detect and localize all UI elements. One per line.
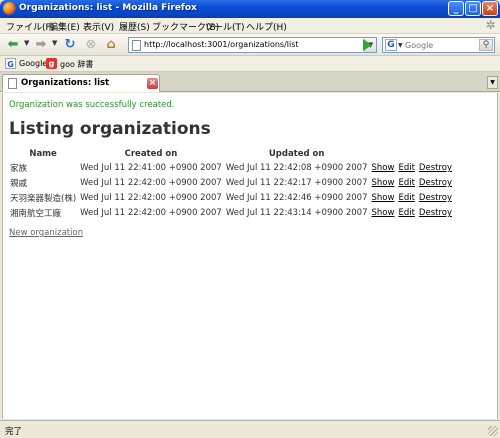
show-link[interactable]: Show: [372, 163, 395, 173]
throbber-icon: ✲: [485, 18, 496, 32]
status-text: 完了: [5, 427, 23, 437]
menu-bar: ファイル(F) 編集(E) 表示(V) 履歴(S) ブックマーク(B) ツール(…: [0, 18, 500, 34]
back-history-dropdown[interactable]: ▼: [24, 39, 29, 47]
destroy-link[interactable]: Destroy: [419, 193, 452, 203]
organizations-table: Name Created on Updated on 家族 Wed Jul 11…: [7, 147, 455, 221]
tab-list-dropdown[interactable]: ▼: [487, 76, 498, 89]
url-text[interactable]: http://localhost:3001/organizations/list: [144, 40, 299, 49]
search-input[interactable]: [405, 39, 479, 51]
edit-link[interactable]: Edit: [398, 208, 414, 218]
table-header-row: Name Created on Updated on: [9, 148, 453, 160]
tab-organizations-list[interactable]: Organizations: list ×: [2, 74, 160, 92]
menu-tools[interactable]: ツール(T): [205, 20, 245, 33]
stop-icon[interactable]: ⊗: [83, 37, 99, 53]
show-link[interactable]: Show: [372, 208, 395, 218]
bookmarks-toolbar: G Google g goo 辞書: [0, 56, 500, 72]
cell-created-on: Wed Jul 11 22:42:00 +0900 2007: [80, 208, 222, 218]
cell-updated-on: Wed Jul 11 22:42:17 +0900 2007: [225, 178, 368, 188]
back-arrow-icon[interactable]: ⬅: [4, 37, 22, 53]
reload-icon[interactable]: ↻: [62, 37, 78, 53]
edit-link[interactable]: Edit: [398, 163, 414, 173]
title-bar: Organizations: list - Mozilla Firefox _ …: [0, 0, 500, 18]
cell-created-on: Wed Jul 11 22:41:00 +0900 2007: [80, 163, 222, 173]
navigation-toolbar: ⬅ ▼ ➡ ▼ ↻ ⊗ ⌂ http://localhost:3001/orga…: [0, 34, 500, 56]
forward-arrow-icon[interactable]: ➡: [32, 37, 50, 53]
cell-updated-on: Wed Jul 11 22:43:14 +0900 2007: [225, 208, 368, 218]
show-link[interactable]: Show: [372, 193, 395, 203]
menu-history[interactable]: 履歴(S): [119, 20, 150, 33]
column-header-updated-on: Updated on: [268, 149, 325, 159]
search-engine-icon[interactable]: G: [385, 39, 397, 51]
destroy-link[interactable]: Destroy: [419, 178, 452, 188]
forward-history-dropdown[interactable]: ▼: [52, 39, 57, 47]
tab-label: Organizations: list: [21, 78, 110, 88]
menu-view[interactable]: 表示(V): [83, 20, 114, 33]
edit-link[interactable]: Edit: [398, 193, 414, 203]
search-engine-dropdown[interactable]: ▼: [398, 42, 403, 49]
cell-name: 家族: [10, 164, 28, 174]
goo-icon: g: [46, 58, 57, 69]
search-box[interactable]: G ▼ ⚲: [382, 37, 495, 53]
close-window-button[interactable]: ×: [482, 1, 498, 16]
url-bar[interactable]: http://localhost:3001/organizations/list…: [128, 37, 377, 53]
flash-notice: Organization was successfully created.: [9, 100, 175, 110]
cell-updated-on: Wed Jul 11 22:42:08 +0900 2007: [225, 163, 368, 173]
google-icon: G: [5, 58, 16, 69]
resize-grip-icon[interactable]: [488, 426, 498, 436]
cell-name: 天羽楽器製造(株): [10, 194, 77, 204]
new-organization-link[interactable]: New organization: [9, 228, 83, 238]
cell-created-on: Wed Jul 11 22:42:00 +0900 2007: [80, 193, 222, 203]
destroy-link[interactable]: Destroy: [419, 208, 452, 218]
table-row: 天羽楽器製造(株) Wed Jul 11 22:42:00 +0900 2007…: [9, 191, 453, 205]
bookmark-goo-dictionary[interactable]: goo 辞書: [60, 59, 93, 70]
page-icon: [8, 78, 17, 89]
home-icon[interactable]: ⌂: [103, 37, 119, 53]
maximize-button[interactable]: □: [465, 1, 481, 16]
menu-edit[interactable]: 編集(E): [49, 20, 80, 33]
cell-created-on: Wed Jul 11 22:42:00 +0900 2007: [80, 178, 222, 188]
page-icon: [132, 40, 141, 51]
bookmark-google[interactable]: Google: [19, 59, 47, 68]
minimize-button[interactable]: _: [448, 1, 464, 16]
edit-link[interactable]: Edit: [398, 178, 414, 188]
firefox-icon: [3, 2, 16, 15]
column-header-name: Name: [29, 149, 57, 159]
go-arrow-icon[interactable]: [363, 39, 372, 51]
column-header-created-on: Created on: [124, 149, 178, 159]
cell-name: 湘南航空工廠: [10, 209, 62, 219]
window-title: Organizations: list - Mozilla Firefox: [19, 3, 197, 13]
table-row: 家族 Wed Jul 11 22:41:00 +0900 2007 Wed Ju…: [9, 161, 453, 175]
page-title: Listing organizations: [9, 119, 211, 139]
menu-help[interactable]: ヘルプ(H): [246, 20, 287, 33]
close-tab-icon[interactable]: ×: [147, 78, 158, 89]
cell-name: 親戚: [10, 179, 28, 189]
show-link[interactable]: Show: [372, 178, 395, 188]
page-content: Organization was successfully created. L…: [2, 93, 498, 419]
menu-file[interactable]: ファイル(F): [6, 20, 54, 33]
table-row: 湘南航空工廠 Wed Jul 11 22:42:00 +0900 2007 We…: [9, 206, 453, 220]
destroy-link[interactable]: Destroy: [419, 163, 452, 173]
tab-strip: Organizations: list × ▼: [0, 72, 500, 92]
cell-updated-on: Wed Jul 11 22:42:46 +0900 2007: [225, 193, 368, 203]
status-bar: 完了: [0, 420, 500, 438]
search-magnifier-icon[interactable]: ⚲: [479, 39, 493, 51]
table-row: 親戚 Wed Jul 11 22:42:00 +0900 2007 Wed Ju…: [9, 176, 453, 190]
